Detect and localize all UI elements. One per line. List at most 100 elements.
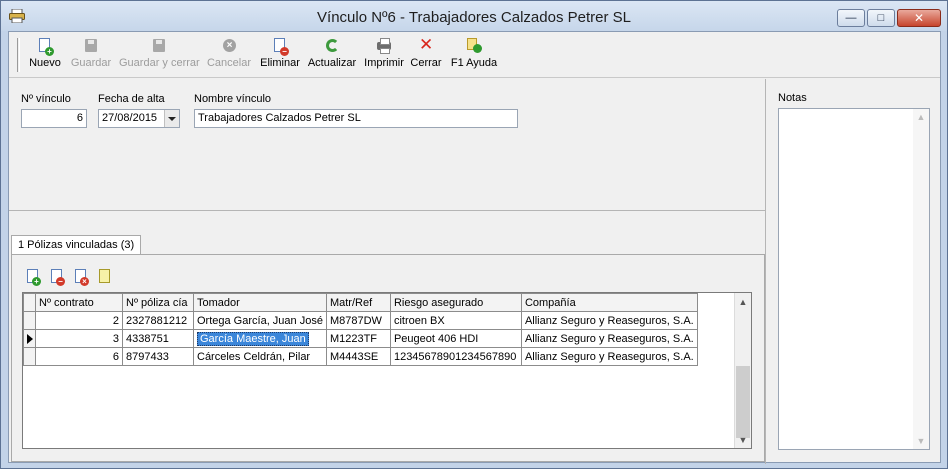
row-indicator[interactable]: [23, 347, 36, 366]
cell-riesgo[interactable]: 12345678901234567890: [389, 347, 522, 366]
actualizar-button[interactable]: Actualizar: [307, 36, 357, 74]
cell-tomador[interactable]: Ortega García, Juan José: [193, 311, 327, 330]
row-indicator-current[interactable]: [23, 329, 36, 348]
col-header-matricula[interactable]: Matr/Ref: [325, 293, 391, 312]
cell-compania[interactable]: Allianz Seguro y Reaseguros, S.A.: [520, 311, 698, 330]
polizas-table: Nº contrato Nº póliza cía Tomador Matr/R…: [23, 293, 698, 366]
new-document-icon: +: [37, 38, 54, 56]
fecha-dropdown-button[interactable]: [164, 110, 179, 127]
ayuda-label: F1 Ayuda: [450, 57, 498, 69]
notes-splitter[interactable]: [765, 79, 766, 464]
main-toolbar: + Nuevo Guardar Guardar y cerrar × Cance…: [9, 32, 940, 78]
guardar-button[interactable]: Guardar: [69, 36, 113, 74]
unlink-poliza-button[interactable]: ×: [72, 267, 89, 286]
maximize-button[interactable]: □: [867, 9, 895, 27]
add-poliza-button[interactable]: +: [24, 267, 41, 286]
selected-cell-text: García Maestre, Juan: [197, 331, 309, 346]
fecha-alta-label: Fecha de alta: [98, 93, 165, 105]
polizas-grid[interactable]: Nº contrato Nº póliza cía Tomador Matr/R…: [22, 292, 752, 449]
guardar-y-cerrar-button[interactable]: Guardar y cerrar: [119, 36, 200, 74]
open-poliza-button[interactable]: [96, 267, 113, 286]
col-header-tomador[interactable]: Tomador: [193, 293, 327, 312]
nombre-vinculo-field[interactable]: Trabajadores Calzados Petrer SL: [194, 109, 518, 128]
refresh-icon: [324, 38, 340, 54]
notes-label: Notas: [778, 92, 807, 104]
eliminar-button[interactable]: − Eliminar: [259, 36, 301, 74]
cell-riesgo[interactable]: citroen BX: [389, 311, 522, 330]
close-window-button[interactable]: ✕: [897, 9, 941, 27]
cell-compania[interactable]: Allianz Seguro y Reaseguros, S.A.: [520, 329, 698, 348]
nuevo-label: Nuevo: [29, 57, 61, 69]
current-row-arrow-icon: [27, 333, 33, 344]
imprimir-button[interactable]: Imprimir: [363, 36, 405, 74]
eliminar-label: Eliminar: [260, 57, 300, 69]
cell-contrato[interactable]: 3: [35, 329, 123, 348]
tab-polizas-vinculadas[interactable]: 1 Pólizas vinculadas (3): [11, 235, 142, 255]
printer-icon: [376, 38, 392, 54]
cell-matricula[interactable]: M4443SE: [325, 347, 391, 366]
scroll-down-icon[interactable]: ▼: [913, 433, 929, 449]
form-divider: [9, 210, 765, 211]
row-indicator-header: [23, 293, 36, 312]
table-row[interactable]: 2 2327881212 Ortega García, Juan José M8…: [23, 311, 698, 330]
save-icon: [83, 38, 99, 54]
cell-matricula[interactable]: M1223TF: [325, 329, 391, 348]
scroll-down-icon[interactable]: ▼: [735, 431, 751, 448]
guardar-y-cerrar-label: Guardar y cerrar: [119, 57, 200, 69]
ayuda-button[interactable]: F1 Ayuda: [449, 36, 499, 74]
cell-contrato[interactable]: 2: [35, 311, 123, 330]
minimize-button[interactable]: —: [837, 9, 865, 27]
remove-poliza-button[interactable]: −: [48, 267, 65, 286]
window-title: Vínculo Nº6 - Trabajadores Calzados Petr…: [317, 9, 631, 26]
client-area: + Nuevo Guardar Guardar y cerrar × Cance…: [8, 31, 941, 464]
cancel-icon: ×: [221, 38, 237, 54]
minimize-icon: —: [845, 11, 857, 24]
open-document-icon: [99, 269, 110, 283]
num-vinculo-label: Nº vínculo: [21, 93, 71, 105]
app-window: Vínculo Nº6 - Trabajadores Calzados Petr…: [0, 0, 948, 469]
notes-scrollbar[interactable]: ▲ ▼: [913, 109, 929, 449]
scroll-up-icon[interactable]: ▲: [735, 293, 751, 310]
nombre-vinculo-label: Nombre vínculo: [194, 93, 272, 105]
help-icon: [466, 38, 482, 54]
col-header-poliza[interactable]: Nº póliza cía: [122, 293, 194, 312]
cell-contrato[interactable]: 6: [35, 347, 123, 366]
table-row-current[interactable]: 3 4338751 García Maestre, Juan M1223TF P…: [23, 329, 698, 348]
cell-poliza[interactable]: 8797433: [122, 347, 194, 366]
cancelar-button[interactable]: × Cancelar: [205, 36, 253, 74]
grid-scrollbar[interactable]: ▲ ▼: [734, 293, 751, 448]
guardar-label: Guardar: [70, 57, 112, 69]
cell-poliza[interactable]: 4338751: [122, 329, 194, 348]
maximize-icon: □: [877, 11, 885, 24]
title-bar[interactable]: Vínculo Nº6 - Trabajadores Calzados Petr…: [1, 1, 947, 31]
toolbar-grip[interactable]: [17, 38, 20, 72]
scroll-up-icon[interactable]: ▲: [913, 109, 929, 125]
col-header-contrato[interactable]: Nº contrato: [35, 293, 123, 312]
delete-document-icon: −: [272, 38, 289, 56]
cancelar-label: Cancelar: [206, 57, 252, 69]
row-indicator[interactable]: [23, 311, 36, 330]
cerrar-button[interactable]: ✕ Cerrar: [409, 36, 443, 74]
notes-textarea[interactable]: ▲ ▼: [778, 108, 930, 450]
grid-header-row: Nº contrato Nº póliza cía Tomador Matr/R…: [23, 293, 698, 312]
save-close-icon: [151, 38, 167, 54]
col-header-compania[interactable]: Compañía: [520, 293, 698, 312]
cerrar-label: Cerrar: [410, 57, 442, 69]
actualizar-label: Actualizar: [307, 57, 357, 69]
scroll-thumb[interactable]: [736, 366, 750, 438]
close-icon: ✕: [913, 11, 925, 25]
fecha-alta-field[interactable]: 27/08/2015: [98, 109, 180, 128]
col-header-riesgo[interactable]: Riesgo asegurado: [389, 293, 522, 312]
cell-poliza[interactable]: 2327881212: [122, 311, 194, 330]
cell-riesgo[interactable]: Peugeot 406 HDI: [389, 329, 522, 348]
cell-tomador[interactable]: Cárceles Celdrán, Pilar: [193, 347, 327, 366]
fecha-alta-value: 27/08/2015: [102, 112, 158, 124]
table-row[interactable]: 6 8797433 Cárceles Celdrán, Pilar M4443S…: [23, 347, 698, 366]
nuevo-button[interactable]: + Nuevo: [27, 36, 63, 74]
cell-tomador-selected[interactable]: García Maestre, Juan: [193, 329, 327, 348]
cell-matricula[interactable]: M8787DW: [325, 311, 391, 330]
num-vinculo-field[interactable]: 6: [21, 109, 87, 128]
cell-compania[interactable]: Allianz Seguro y Reaseguros, S.A.: [520, 347, 698, 366]
close-red-x-icon: ✕: [419, 35, 434, 54]
chevron-down-icon: [168, 116, 176, 121]
